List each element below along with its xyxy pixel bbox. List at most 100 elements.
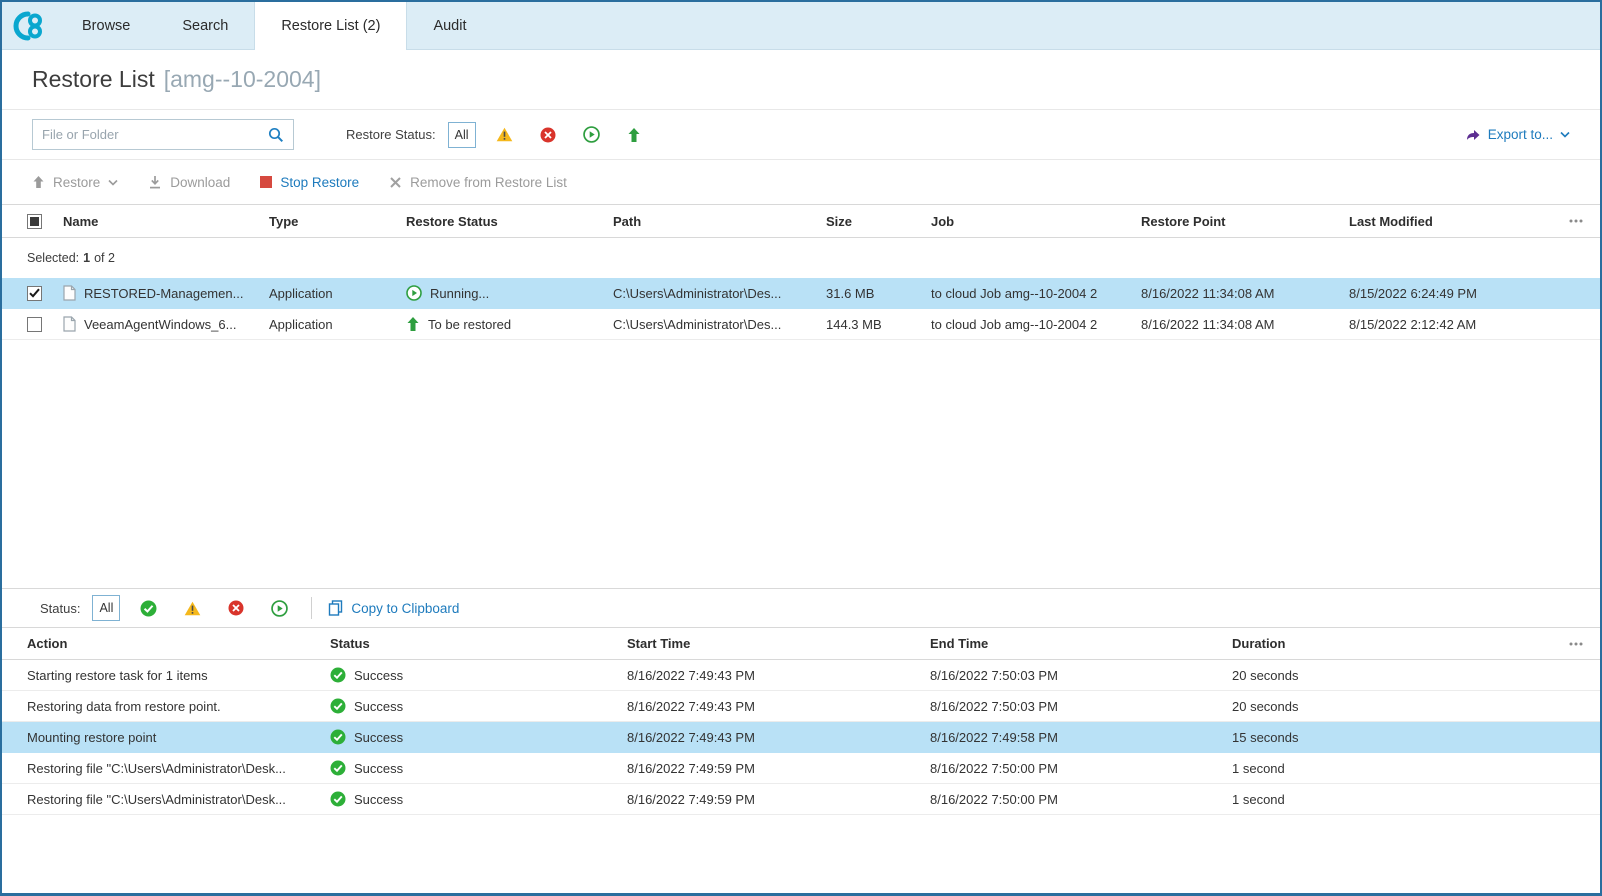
cell-type: Application: [269, 317, 406, 332]
copy-to-clipboard-button[interactable]: Copy to Clipboard: [328, 600, 459, 616]
cell-action: Restoring data from restore point.: [27, 699, 330, 714]
cell-status: Success: [354, 792, 403, 807]
download-button[interactable]: Download: [148, 175, 230, 190]
success-icon: [330, 729, 346, 745]
cell-last-modified: 8/15/2022 6:24:49 PM: [1349, 286, 1558, 301]
success-icon: [330, 698, 346, 714]
restore-label: Restore: [53, 175, 100, 190]
search-icon[interactable]: [268, 127, 284, 143]
column-header-end-time[interactable]: End Time: [930, 636, 1232, 651]
session-filter-error-button[interactable]: [221, 595, 251, 621]
warning-icon: [184, 601, 201, 616]
remove-label: Remove from Restore List: [410, 175, 567, 190]
list-item[interactable]: Restoring data from restore point. Succe…: [2, 691, 1600, 722]
cell-restore-point: 8/16/2022 11:34:08 AM: [1141, 286, 1349, 301]
cell-duration: 20 seconds: [1232, 668, 1558, 683]
cell-duration: 1 second: [1232, 761, 1558, 776]
column-header-restore-status[interactable]: Restore Status: [406, 214, 613, 229]
restore-up-icon: [32, 175, 45, 189]
session-filter-all-button[interactable]: All: [92, 595, 120, 621]
table-row[interactable]: RESTORED-Managemen... Application Runnin…: [2, 278, 1600, 309]
session-filter-warning-button[interactable]: [177, 595, 208, 621]
page-subtitle: [amg--10-2004]: [164, 66, 321, 93]
column-header-status[interactable]: Status: [330, 636, 627, 651]
column-header-name[interactable]: Name: [63, 214, 269, 229]
file-table-header: Name Type Restore Status Path Size Job R…: [2, 204, 1600, 238]
top-nav-bar: Browse Search Restore List (2) Audit: [2, 2, 1600, 50]
chevron-down-icon: [1560, 131, 1570, 138]
tab-audit[interactable]: Audit: [407, 2, 492, 49]
copy-label: Copy to Clipboard: [351, 601, 459, 616]
list-item[interactable]: Restoring file "C:\Users\Administrator\D…: [2, 784, 1600, 815]
close-icon: [389, 176, 402, 189]
cell-end-time: 8/16/2022 7:50:03 PM: [930, 699, 1232, 714]
app-logo[interactable]: [2, 2, 56, 49]
list-item[interactable]: Restoring file "C:\Users\Administrator\D…: [2, 753, 1600, 784]
app-window: Browse Search Restore List (2) Audit Res…: [0, 0, 1602, 896]
success-icon: [140, 600, 157, 617]
select-all-checkbox[interactable]: [27, 214, 42, 229]
column-header-action[interactable]: Action: [27, 636, 330, 651]
cell-job: to cloud Job amg--10-2004 2: [931, 286, 1141, 301]
cell-path: C:\Users\Administrator\Des...: [613, 317, 826, 332]
session-filter-running-button[interactable]: [264, 595, 295, 621]
download-icon: [148, 175, 162, 189]
filter-warning-button[interactable]: [489, 122, 520, 148]
success-icon: [330, 667, 346, 683]
column-chooser-icon[interactable]: [1558, 217, 1584, 225]
cell-size: 144.3 MB: [826, 317, 931, 332]
stop-icon: [260, 176, 272, 188]
tab-restore-list[interactable]: Restore List (2): [254, 2, 407, 50]
cell-status: Success: [354, 761, 403, 776]
filter-running-button[interactable]: [576, 122, 607, 148]
search-input[interactable]: [42, 127, 268, 142]
cell-action: Restoring file "C:\Users\Administrator\D…: [27, 761, 330, 776]
table-row[interactable]: VeeamAgentWindows_6... Application To be…: [2, 309, 1600, 340]
session-status-filters: All: [92, 595, 295, 621]
column-header-duration[interactable]: Duration: [1232, 636, 1558, 651]
selected-suffix: of 2: [94, 251, 115, 265]
cell-end-time: 8/16/2022 7:50:00 PM: [930, 792, 1232, 807]
session-log-panel: Status: All Copy to Clipboard: [2, 588, 1600, 893]
cell-start-time: 8/16/2022 7:49:43 PM: [627, 699, 930, 714]
cell-duration: 1 second: [1232, 792, 1558, 807]
restore-button[interactable]: Restore: [32, 175, 118, 190]
column-header-size[interactable]: Size: [826, 214, 931, 229]
filter-error-button[interactable]: [533, 122, 563, 148]
column-header-type[interactable]: Type: [269, 214, 406, 229]
stop-restore-button[interactable]: Stop Restore: [260, 175, 359, 190]
row-checkbox[interactable]: [27, 286, 42, 301]
filter-pending-button[interactable]: [620, 122, 648, 148]
filter-all-button[interactable]: All: [448, 122, 476, 148]
list-item[interactable]: Starting restore task for 1 items Succes…: [2, 660, 1600, 691]
page-title: Restore List: [32, 66, 155, 93]
cell-job: to cloud Job amg--10-2004 2: [931, 317, 1141, 332]
row-checkbox[interactable]: [27, 317, 42, 332]
cell-duration: 15 seconds: [1232, 730, 1558, 745]
column-chooser-icon[interactable]: [1558, 640, 1584, 648]
cell-action: Starting restore task for 1 items: [27, 668, 330, 683]
running-icon: [406, 285, 422, 301]
empty-area: [2, 340, 1600, 588]
column-header-job[interactable]: Job: [931, 214, 1141, 229]
column-header-restore-point[interactable]: Restore Point: [1141, 214, 1349, 229]
tab-search[interactable]: Search: [156, 2, 254, 49]
cell-size: 31.6 MB: [826, 286, 931, 301]
page-header: Restore List [amg--10-2004]: [2, 50, 1600, 110]
column-header-last-modified[interactable]: Last Modified: [1349, 214, 1558, 229]
export-button[interactable]: Export to...: [1465, 127, 1570, 143]
to-be-restored-icon: [406, 316, 420, 332]
cell-restore-status: Running...: [430, 286, 489, 301]
session-filter-success-button[interactable]: [133, 595, 164, 621]
cell-status: Success: [354, 699, 403, 714]
session-table-header: Action Status Start Time End Time Durati…: [2, 627, 1600, 660]
column-header-path[interactable]: Path: [613, 214, 826, 229]
list-item[interactable]: Mounting restore point Success 8/16/2022…: [2, 722, 1600, 753]
column-header-start-time[interactable]: Start Time: [627, 636, 930, 651]
remove-from-list-button[interactable]: Remove from Restore List: [389, 175, 567, 190]
cell-end-time: 8/16/2022 7:50:03 PM: [930, 668, 1232, 683]
filter-toolbar: Restore Status: All Export to...: [2, 110, 1600, 160]
tab-browse[interactable]: Browse: [56, 2, 156, 49]
cell-duration: 20 seconds: [1232, 699, 1558, 714]
selected-count: 1: [83, 251, 90, 265]
